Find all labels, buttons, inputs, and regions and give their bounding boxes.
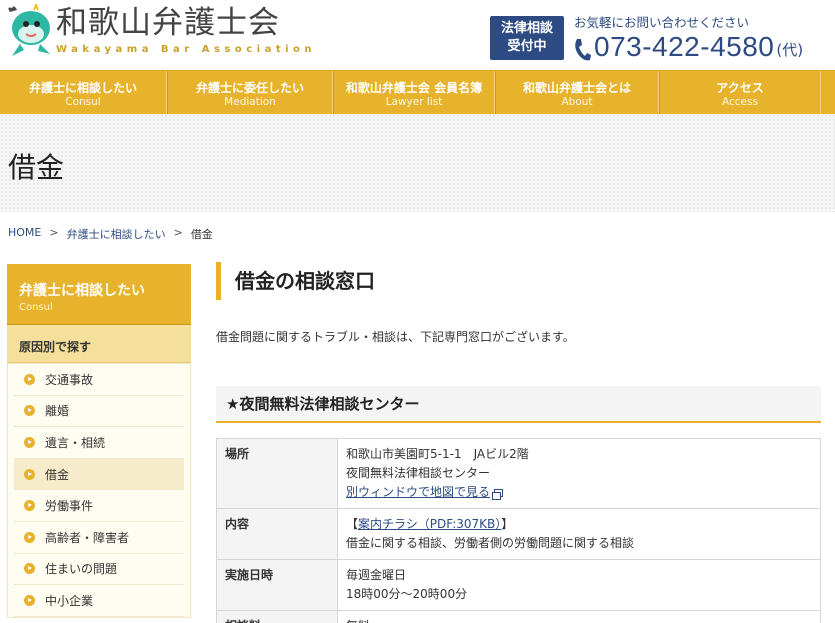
nav-label: 弁護士に相談したい — [28, 81, 137, 95]
breadcrumb: HOME > 弁護士に相談したい > 借金 — [8, 226, 213, 242]
sidebar-header-subtitle: Consul — [19, 302, 53, 313]
nav-sublabel: Lawyer list — [385, 96, 443, 108]
badge-line1: 法律相談 — [500, 21, 553, 36]
sidebar-item-inheritance[interactable]: 遺言・相続 — [14, 427, 184, 459]
sidebar-header-title: 弁護士に相談したい — [19, 283, 145, 299]
row-label-date: 実施日時 — [216, 559, 338, 611]
sidebar-item-traffic-accident[interactable]: 交通事故 — [14, 364, 184, 396]
sidebar-item-elderly-disabled[interactable]: 高齢者・障害者 — [14, 522, 184, 554]
sidebar-item-debt[interactable]: 借金 — [14, 458, 184, 491]
phone-number: 073-422-4580 — [594, 31, 775, 62]
phone-number-link[interactable]: 073-422-4580 (代) — [572, 31, 803, 63]
sidebar-item-label: 遺言・相続 — [45, 435, 106, 450]
nav-item-access[interactable]: アクセス Access — [659, 71, 821, 115]
row-value-content: 【案内チラシ（PDF:307KB）】 借金に関する相談、労働者側の労働問題に関す… — [337, 508, 821, 560]
row-value-place: 和歌山市美園町5-1-1 JAビル2階 夜間無料法律相談センター 別ウィンドウで… — [337, 438, 821, 509]
nav-item-consult[interactable]: 弁護士に相談したい Consul — [0, 71, 167, 115]
flyer-pdf-link[interactable]: 案内チラシ（PDF:307KB） — [358, 517, 501, 531]
date-day: 毎週金曜日 — [346, 568, 407, 582]
sidebar: 弁護士に相談したい Consul 原因別で探す 交通事故 離婚 遺言・相続 借金… — [7, 264, 191, 618]
contact-block: お気軽にお問い合わせください 073-422-4580 (代) — [572, 12, 803, 63]
global-nav: 弁護士に相談したい Consul 弁護士に委任したい Mediation 和歌山… — [0, 70, 835, 115]
row-value-fee: 無料 — [337, 610, 821, 623]
phone-icon — [575, 39, 591, 61]
nav-label: 弁護士に委任したい — [195, 81, 304, 95]
intro-text: 借金問題に関するトラブル・相談は、下記専門窓口がございます。 — [216, 330, 575, 344]
table-row: 内容 【案内チラシ（PDF:307KB）】 借金に関する相談、労働者側の労働問題… — [216, 508, 821, 560]
breadcrumb-separator: > — [49, 226, 59, 239]
info-table: 場所 和歌山市美園町5-1-1 JAビル2階 夜間無料法律相談センター 別ウィン… — [216, 438, 821, 623]
page-title-band: 借金 — [0, 114, 835, 212]
breadcrumb-separator: > — [173, 226, 183, 239]
sidebar-item-label: 交通事故 — [45, 372, 94, 387]
nav-sublabel: About — [561, 96, 593, 108]
bracket-open: 【 — [346, 517, 359, 531]
date-time: 18時00分〜20時00分 — [346, 587, 468, 601]
contact-note: お気軽にお問い合わせください — [574, 15, 750, 30]
nav-item-lawyer-list[interactable]: 和歌山弁護士会 会員名簿 Lawyer list — [333, 71, 495, 115]
logo-subtitle: Wakayama Bar Association — [56, 44, 317, 55]
nav-label: 和歌山弁護士会 会員名簿 — [345, 81, 483, 95]
arrow-bullet-icon — [24, 500, 35, 512]
logo-title: 和歌山弁護士会 — [56, 5, 280, 41]
table-row: 場所 和歌山市美園町5-1-1 JAビル2階 夜間無料法律相談センター 別ウィン… — [216, 438, 821, 509]
badge-line2: 受付中 — [507, 39, 547, 54]
nav-sublabel: Access — [722, 96, 758, 108]
page-title: 借金 — [8, 151, 65, 184]
arrow-bullet-icon — [24, 436, 35, 448]
row-label-place: 場所 — [216, 438, 338, 509]
sidebar-header[interactable]: 弁護士に相談したい Consul — [7, 264, 191, 325]
section-heading: 借金の相談窓口 — [216, 262, 821, 300]
arrow-bullet-icon — [24, 373, 35, 385]
map-link[interactable]: 別ウィンドウで地図で見る — [346, 485, 490, 499]
row-value-date: 毎週金曜日 18時00分〜20時00分 — [337, 559, 821, 611]
main-content: 借金の相談窓口 借金問題に関するトラブル・相談は、下記専門窓口がございます。 ★… — [216, 262, 821, 623]
breadcrumb-home[interactable]: HOME — [8, 226, 41, 242]
row-label-fee: 相談料 — [216, 610, 338, 623]
arrow-bullet-icon — [24, 468, 35, 480]
site-logo[interactable]: 和歌山弁護士会 Wakayama Bar Association — [4, 4, 316, 58]
nav-item-about[interactable]: 和歌山弁護士会とは About — [495, 71, 659, 115]
venue-name: 夜間無料法律相談センター — [346, 466, 491, 480]
bracket-close: 】 — [501, 517, 514, 531]
content-description: 借金に関する相談、労働者側の労働問題に関する相談 — [346, 536, 635, 550]
sidebar-item-label: 高齢者・障害者 — [45, 530, 130, 545]
sidebar-item-label: 離婚 — [45, 404, 70, 419]
whale-mascot-icon — [8, 4, 50, 56]
sidebar-list: 交通事故 離婚 遺言・相続 借金 労働事件 高齢者・障害者 住まいの問題 中小企… — [7, 363, 191, 618]
breadcrumb-parent[interactable]: 弁護士に相談したい — [67, 226, 166, 242]
phone-suffix: (代) — [776, 41, 804, 59]
nav-sublabel: Consul — [65, 96, 101, 108]
arrow-bullet-icon — [24, 531, 35, 543]
sidebar-subheader: 原因別で探す — [7, 325, 191, 363]
address-line: 和歌山市美園町5-1-1 JAビル2階 — [346, 447, 529, 461]
arrow-bullet-icon — [24, 563, 35, 575]
sidebar-item-label: 労働事件 — [45, 499, 94, 514]
consultation-badge: 法律相談 受付中 — [490, 16, 564, 60]
sidebar-item-divorce[interactable]: 離婚 — [14, 396, 184, 428]
sidebar-item-small-business[interactable]: 中小企業 — [14, 585, 184, 617]
sidebar-item-labor[interactable]: 労働事件 — [14, 490, 184, 522]
sidebar-item-housing[interactable]: 住まいの問題 — [14, 554, 184, 586]
arrow-bullet-icon — [24, 594, 35, 606]
subsection-heading: ★夜間無料法律相談センター — [216, 386, 821, 423]
table-row: 実施日時 毎週金曜日 18時00分〜20時00分 — [216, 559, 821, 611]
nav-item-mediation[interactable]: 弁護士に委任したい Mediation — [167, 71, 333, 115]
nav-label: 和歌山弁護士会とは — [522, 81, 631, 95]
external-window-icon — [492, 489, 504, 500]
nav-sublabel: Mediation — [224, 96, 276, 108]
table-row: 相談料 無料 — [216, 610, 821, 623]
nav-label: アクセス — [716, 81, 764, 95]
site-header: 和歌山弁護士会 Wakayama Bar Association 法律相談 受付… — [0, 0, 835, 70]
sidebar-item-label: 中小企業 — [45, 593, 94, 608]
row-label-content: 内容 — [216, 508, 338, 560]
sidebar-item-label: 借金 — [45, 467, 70, 482]
sidebar-item-label: 住まいの問題 — [45, 562, 118, 577]
arrow-bullet-icon — [24, 405, 35, 417]
breadcrumb-current: 借金 — [190, 228, 213, 241]
